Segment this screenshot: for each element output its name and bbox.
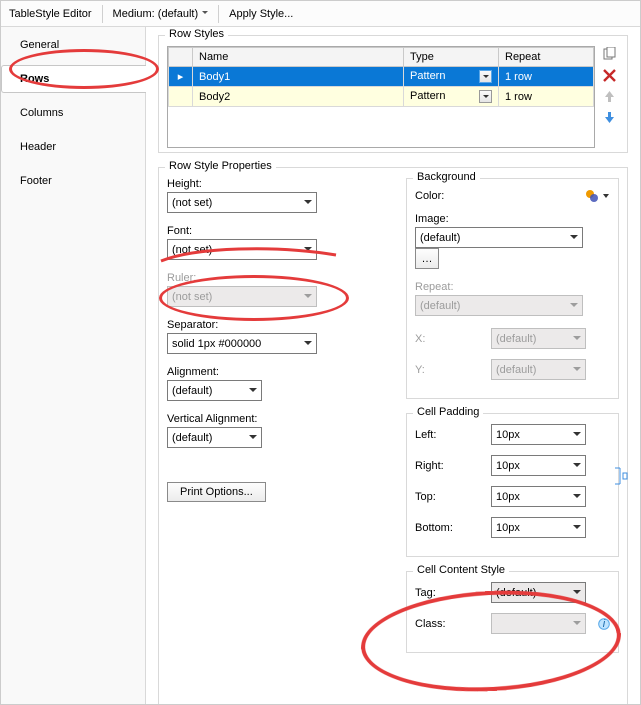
background-repeat-combo xyxy=(415,295,583,316)
apply-style-button[interactable]: Apply Style... xyxy=(225,8,297,20)
editor-title: TableStyle Editor xyxy=(5,8,96,20)
background-image-combo[interactable] xyxy=(415,227,583,248)
vertical-alignment-field: Vertical Alignment: xyxy=(167,413,378,448)
sidebar: General Rows Columns Header Footer xyxy=(1,27,146,704)
tab-columns[interactable]: Columns xyxy=(1,99,145,127)
info-icon: i xyxy=(598,618,610,630)
cell-content-style-group: Cell Content Style Tag: Class: i xyxy=(406,571,619,653)
col-name[interactable]: Name xyxy=(193,48,404,67)
right-column: Background Color: Image: xyxy=(406,178,619,667)
col-repeat[interactable]: Repeat xyxy=(499,48,594,67)
move-down-icon[interactable] xyxy=(601,109,618,126)
browse-image-button[interactable]: … xyxy=(415,248,439,269)
height-combo[interactable] xyxy=(167,192,317,213)
font-field: Font: xyxy=(167,225,378,260)
separator-field: Separator: xyxy=(167,319,378,354)
padding-top-combo[interactable] xyxy=(491,486,586,507)
height-field: Height: xyxy=(167,178,378,213)
tab-rows[interactable]: Rows xyxy=(1,65,146,93)
cell-tag-combo[interactable] xyxy=(491,582,586,603)
row-indicator: ▸ xyxy=(169,67,193,87)
vertical-alignment-combo[interactable] xyxy=(167,427,262,448)
background-group: Background Color: Image: xyxy=(406,178,619,399)
table-row[interactable]: Body2 Pattern 1 row xyxy=(169,87,594,107)
padding-right-combo[interactable] xyxy=(491,455,586,476)
alignment-combo[interactable] xyxy=(167,380,262,401)
table-style-editor-window: TableStyle Editor Medium: (default) Appl… xyxy=(0,0,641,705)
medium-dropdown[interactable]: Medium: (default) xyxy=(109,8,213,20)
chevron-down-icon[interactable] xyxy=(479,70,492,83)
background-x-combo xyxy=(491,328,586,349)
table-row[interactable]: ▸ Body1 Pattern 1 row xyxy=(169,67,594,87)
ruler-field: Ruler: xyxy=(167,272,378,307)
separator-combo[interactable] xyxy=(167,333,317,354)
tab-general[interactable]: General xyxy=(1,31,145,59)
col-type[interactable]: Type xyxy=(404,48,499,67)
alignment-field: Alignment: xyxy=(167,366,378,401)
row-style-properties-group: Row Style Properties Height: Font: xyxy=(158,167,628,704)
ruler-combo xyxy=(167,286,317,307)
print-options-button[interactable]: Print Options... xyxy=(167,482,266,502)
cell-padding-group: Cell Padding Left: Right: Top: Bottom: xyxy=(406,413,619,557)
padding-bottom-combo[interactable] xyxy=(491,517,586,538)
content-panel: Row Styles Name Type Repeat xyxy=(146,27,640,704)
row-styles-legend: Row Styles xyxy=(165,28,228,40)
chevron-down-icon[interactable] xyxy=(479,90,492,103)
row-styles-group: Row Styles Name Type Repeat xyxy=(158,35,628,153)
tab-footer[interactable]: Footer xyxy=(1,167,145,195)
font-combo[interactable] xyxy=(167,239,317,260)
move-up-icon[interactable] xyxy=(601,88,618,105)
tab-header[interactable]: Header xyxy=(1,133,145,161)
delete-icon[interactable] xyxy=(601,67,618,84)
cell-class-combo xyxy=(491,613,586,634)
toolbar: TableStyle Editor Medium: (default) Appl… xyxy=(1,1,640,27)
row-style-properties-legend: Row Style Properties xyxy=(165,160,276,172)
left-column: Height: Font: Ruler: Separator: xyxy=(167,178,378,667)
row-styles-grid[interactable]: Name Type Repeat ▸ Body1 Pattern xyxy=(167,46,595,148)
padding-left-combo[interactable] xyxy=(491,424,586,445)
color-picker-icon[interactable] xyxy=(585,189,610,203)
link-padding-icon[interactable] xyxy=(612,466,628,486)
background-y-combo xyxy=(491,359,586,380)
copy-icon[interactable] xyxy=(601,46,618,63)
